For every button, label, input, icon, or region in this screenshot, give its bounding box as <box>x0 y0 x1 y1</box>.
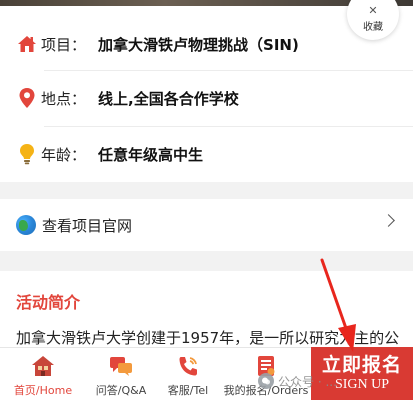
nav-home[interactable]: 首页/Home <box>8 348 78 400</box>
nav-tel[interactable]: 客服/Tel <box>160 348 216 400</box>
star-icon: ✕ <box>368 4 378 17</box>
divider <box>44 70 413 71</box>
official-site-label: 查看项目官网 <box>42 216 133 235</box>
globe-icon <box>16 215 36 235</box>
project-info-card: 项目： 加拿大滑铁卢物理挑战（SIN) 地点： 线上,全国各合作学校 年龄： 任… <box>0 6 413 182</box>
project-value: 加拿大滑铁卢物理挑战（SIN) <box>98 35 299 54</box>
chat-icon <box>109 354 133 378</box>
intro-title: 活动简介 <box>16 293 81 312</box>
info-row-location: 地点： 线上,全国各合作学校 <box>16 86 239 110</box>
chevron-right-icon <box>382 214 395 227</box>
info-row-age: 年龄： 任意年级高中生 <box>16 142 203 166</box>
map-pin-icon <box>16 87 38 109</box>
phone-icon <box>176 354 200 378</box>
nav-tel-label: 客服/Tel <box>167 384 209 397</box>
signup-label-en: SIGN UP <box>334 376 390 392</box>
nav-home-label: 首页/Home <box>13 384 73 397</box>
nav-qa-label: 问答/Q&A <box>95 384 147 397</box>
info-row-project: 项目： 加拿大滑铁卢物理挑战（SIN) <box>16 32 299 56</box>
lightbulb-icon <box>16 143 38 165</box>
official-site-link[interactable]: 查看项目官网 <box>0 199 413 251</box>
project-label: 项目： <box>41 35 87 54</box>
watermark-text: 公众号 · ... <box>278 374 337 389</box>
age-label: 年龄： <box>41 145 87 164</box>
age-value: 任意年级高中生 <box>98 145 204 164</box>
home-icon <box>31 354 55 378</box>
red-arrow-annotation <box>320 258 356 352</box>
favorite-label: 收藏 <box>363 22 383 33</box>
nav-qa[interactable]: 问答/Q&A <box>88 348 154 400</box>
house-icon <box>16 33 38 55</box>
wechat-icon <box>258 373 274 389</box>
location-value: 线上,全国各合作学校 <box>98 89 239 108</box>
location-label: 地点： <box>41 89 87 108</box>
watermark: 公众号 · ... <box>258 372 337 390</box>
divider <box>44 126 413 127</box>
